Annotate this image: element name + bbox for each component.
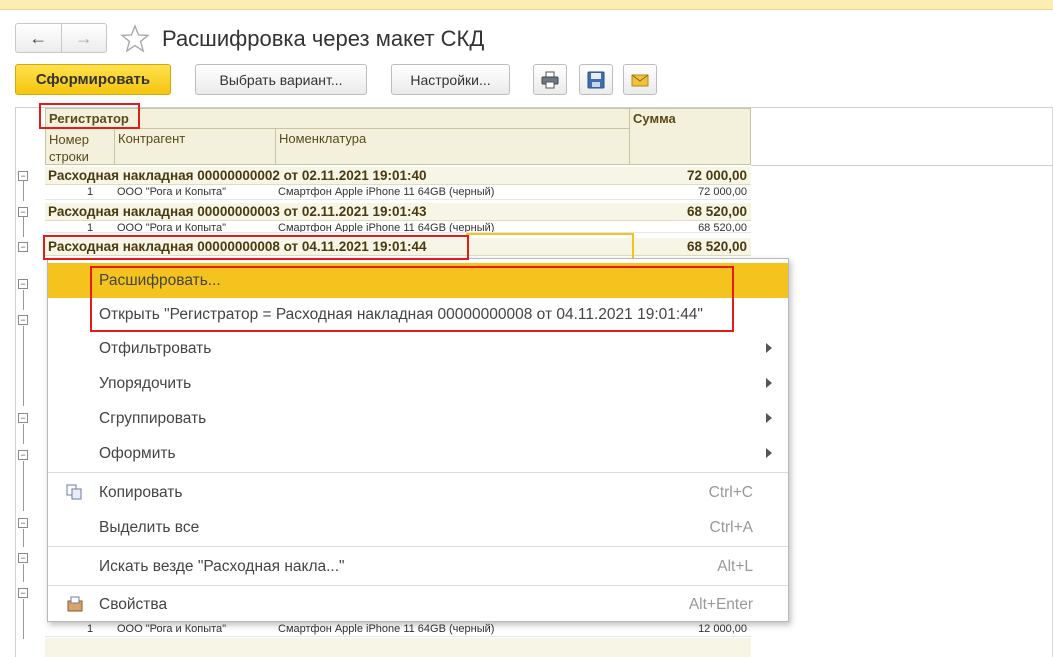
header-line-no[interactable]: Номер строки bbox=[45, 128, 115, 165]
collapse-group-icon[interactable]: − bbox=[18, 518, 28, 528]
highlight-box-menu-items bbox=[90, 266, 734, 332]
collapse-group-icon[interactable]: − bbox=[18, 553, 28, 563]
save-icon bbox=[587, 71, 605, 88]
menu-item-label: Отфильтровать bbox=[99, 340, 212, 357]
selected-cell-frame bbox=[466, 233, 634, 258]
collapse-group-icon[interactable]: − bbox=[18, 279, 28, 289]
submenu-arrow-icon bbox=[766, 413, 772, 423]
tree-line bbox=[23, 290, 24, 310]
collapse-group-icon[interactable]: − bbox=[18, 450, 28, 460]
cell-nomenclature: Смартфон Apple iPhone 11 64GB (черный) bbox=[278, 623, 495, 635]
arrow-right-icon: → bbox=[74, 27, 93, 48]
cell-sum: 12 000,00 bbox=[698, 623, 747, 635]
page-title: Расшифровка через макет СКД bbox=[162, 26, 485, 51]
group-label: Расходная накладная 00000000003 от 02.11… bbox=[48, 204, 427, 219]
group-label: Расходная накладная 00000000002 от 02.11… bbox=[48, 168, 427, 183]
header-nomenclature[interactable]: Номенклатура bbox=[275, 128, 630, 165]
mail-button[interactable] bbox=[623, 64, 657, 95]
menu-item-filter[interactable]: Отфильтровать bbox=[48, 331, 788, 366]
tree-line bbox=[23, 529, 24, 547]
cell-line-no: 1 bbox=[87, 186, 94, 198]
menu-item-shortcut: Ctrl+A bbox=[709, 519, 754, 536]
choose-variant-button[interactable]: Выбрать вариант... bbox=[195, 64, 367, 95]
collapse-group-icon[interactable]: − bbox=[18, 588, 28, 598]
menu-item-format[interactable]: Оформить bbox=[48, 436, 788, 471]
menu-item-label: Свойства bbox=[99, 596, 168, 613]
cell-counterparty: ООО "Рога и Копыта" bbox=[117, 623, 227, 635]
group-sum: 68 520,00 bbox=[686, 239, 747, 254]
menu-item-shortcut: Ctrl+C bbox=[708, 484, 753, 501]
cell-line-no: 1 bbox=[87, 623, 94, 635]
header-sum[interactable]: Сумма bbox=[629, 108, 751, 165]
star-icon[interactable] bbox=[120, 24, 150, 54]
menu-item-label: Оформить bbox=[99, 445, 176, 462]
grid-left-line bbox=[15, 107, 16, 657]
tree-line bbox=[23, 461, 24, 511]
save-button[interactable] bbox=[579, 64, 613, 95]
collapse-group-icon[interactable]: − bbox=[18, 413, 28, 423]
menu-item-shortcut: Alt+L bbox=[717, 558, 753, 575]
menu-item-copy[interactable]: Копировать Ctrl+C bbox=[48, 475, 788, 510]
menu-item-label: Копировать bbox=[99, 484, 183, 501]
menu-item-properties[interactable]: Свойства Alt+Enter bbox=[48, 587, 788, 622]
cell-sum: 68 520,00 bbox=[698, 222, 747, 233]
table-row[interactable]: 1 ООО "Рога и Копыта" Смартфон Apple iPh… bbox=[45, 221, 751, 233]
collapse-group-1-icon[interactable]: − bbox=[18, 171, 28, 181]
collapse-group-3-icon[interactable]: − bbox=[18, 242, 28, 252]
properties-icon bbox=[67, 596, 83, 612]
generate-button[interactable]: Сформировать bbox=[15, 64, 171, 95]
tree-line bbox=[23, 564, 24, 582]
tree-line bbox=[23, 181, 24, 201]
back-button[interactable]: ← bbox=[16, 24, 61, 52]
tree-line bbox=[23, 424, 24, 444]
table-row[interactable]: 1 ООО "Рога и Копыта" Смартфон Apple iPh… bbox=[45, 622, 751, 637]
menu-separator bbox=[48, 546, 788, 547]
settings-button[interactable]: Настройки... bbox=[391, 64, 510, 95]
print-button[interactable] bbox=[533, 64, 567, 95]
submenu-arrow-icon bbox=[766, 448, 772, 458]
copy-icon bbox=[66, 484, 82, 500]
menu-item-label: Сгруппировать bbox=[99, 410, 207, 427]
menu-item-label: Искать везде "Расходная накла..." bbox=[99, 558, 345, 575]
menu-item-search-everywhere[interactable]: Искать везде "Расходная накла..." Alt+L bbox=[48, 549, 788, 584]
highlight-box-selected-row bbox=[43, 235, 469, 260]
cell-sum: 72 000,00 bbox=[698, 186, 747, 198]
collapse-group-icon[interactable]: − bbox=[18, 315, 28, 325]
cell-nomenclature: Смартфон Apple iPhone 11 64GB (черный) bbox=[278, 222, 495, 233]
top-strip bbox=[0, 0, 1053, 10]
nav-buttons: ← → bbox=[15, 23, 107, 53]
tree-line bbox=[23, 599, 24, 639]
collapse-group-2-icon[interactable]: − bbox=[18, 207, 28, 217]
menu-item-shortcut: Alt+Enter bbox=[688, 596, 753, 613]
arrow-left-icon: ← bbox=[29, 27, 48, 48]
menu-separator bbox=[48, 585, 788, 586]
group-sum: 68 520,00 bbox=[686, 204, 747, 219]
menu-item-label: Выделить все bbox=[99, 519, 200, 536]
group-sum: 72 000,00 bbox=[686, 168, 747, 183]
menu-item-sort[interactable]: Упорядочить bbox=[48, 366, 788, 401]
tree-line bbox=[23, 217, 24, 237]
mail-icon bbox=[631, 74, 649, 86]
cell-counterparty: ООО "Рога и Копыта" bbox=[117, 222, 227, 233]
header-counterparty[interactable]: Контрагент bbox=[114, 128, 276, 165]
cell-counterparty: ООО "Рога и Копыта" bbox=[117, 186, 227, 198]
cell-nomenclature: Смартфон Apple iPhone 11 64GB (черный) bbox=[278, 186, 495, 198]
submenu-arrow-icon bbox=[766, 343, 772, 353]
table-row[interactable]: 1 ООО "Рога и Копыта" Смартфон Apple iPh… bbox=[45, 185, 751, 200]
print-icon bbox=[541, 71, 559, 88]
group-row-1[interactable]: Расходная накладная 00000000002 от 02.11… bbox=[45, 167, 751, 185]
group-row-2[interactable]: Расходная накладная 00000000003 от 02.11… bbox=[45, 203, 751, 221]
highlight-box-registrar-header bbox=[39, 103, 140, 129]
tree-line bbox=[23, 326, 24, 406]
cell-line-no: 1 bbox=[87, 222, 94, 233]
menu-separator bbox=[48, 472, 788, 473]
menu-item-group[interactable]: Сгруппировать bbox=[48, 401, 788, 436]
header-bottom-line bbox=[751, 165, 1053, 166]
forward-button[interactable]: → bbox=[60, 24, 107, 52]
menu-item-label: Упорядочить bbox=[99, 375, 192, 392]
group-row-partial bbox=[45, 638, 751, 657]
submenu-arrow-icon bbox=[766, 378, 772, 388]
menu-item-select-all[interactable]: Выделить все Ctrl+A bbox=[48, 510, 788, 545]
